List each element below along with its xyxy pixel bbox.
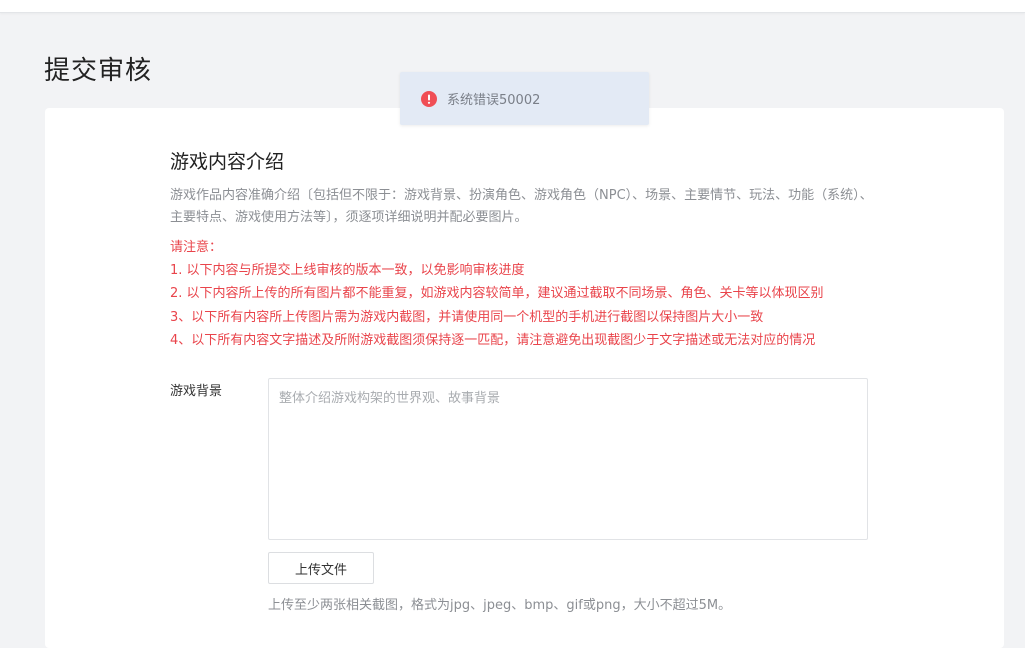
notice-heading: 请注意： xyxy=(170,240,223,255)
notice-item: 1. 以下内容与所提交上线审核的版本一致，以免影响审核进度 xyxy=(170,263,525,279)
error-icon xyxy=(421,90,437,107)
section-title: 游戏内容介绍 xyxy=(170,151,285,173)
upload-hint: 上传至少两张相关截图，格式为jpg、jpeg、bmp、gif或png，大小不超过… xyxy=(268,598,732,613)
page-title: 提交审核 xyxy=(44,56,153,86)
notice-block: 请注意： 1. 以下内容与所提交上线审核的版本一致，以免影响审核进度 2. 以下… xyxy=(170,236,900,352)
notice-item: 4、以下所有内容文字描述及所附游戏截图须保持逐一匹配，请注意避免出现截图少于文字… xyxy=(170,332,816,348)
toast-message: 系统错误50002 xyxy=(447,93,541,108)
game-background-textarea[interactable] xyxy=(268,378,868,540)
section-description: 游戏作品内容准确介绍〔包括但不限于：游戏背景、扮演角色、游戏角色（NPC）、场景… xyxy=(170,188,873,225)
notice-item: 2. 以下内容所上传的所有图片都不能重复，如游戏内容较简单，建议通过截取不同场景… xyxy=(170,286,824,302)
error-toast: 系统错误50002 xyxy=(400,72,649,125)
upload-file-button[interactable]: 上传文件 xyxy=(268,552,374,584)
top-navigation-bar xyxy=(0,0,1025,13)
game-background-label: 游戏背景 xyxy=(170,384,223,399)
notice-item: 3、以下所有内容所上传图片需为游戏内截图，并请使用同一个机型的手机进行截图以保持… xyxy=(170,309,764,325)
